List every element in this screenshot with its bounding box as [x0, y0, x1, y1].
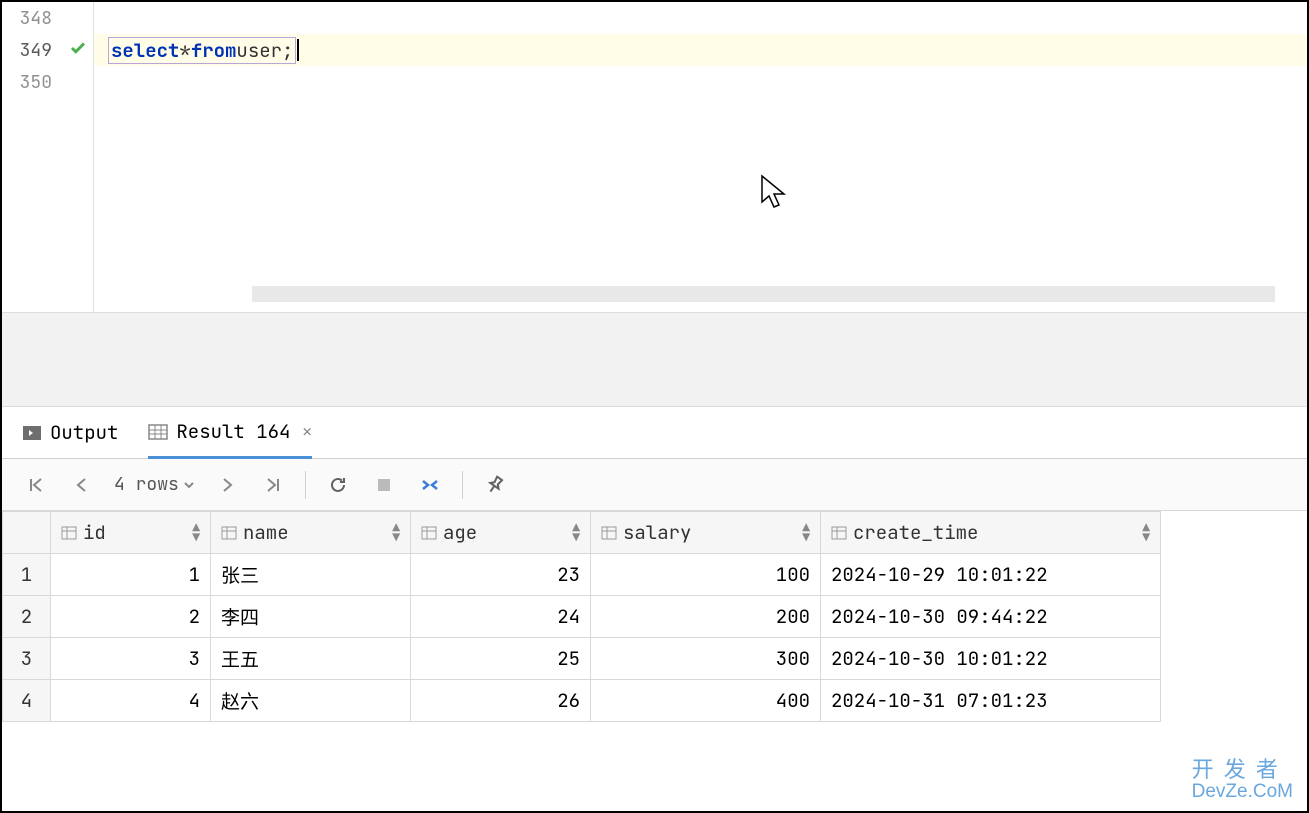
result-toolbar: 4 rows	[2, 459, 1307, 511]
cell-salary[interactable]: 300	[591, 638, 821, 680]
row-count-dropdown[interactable]: 4 rows	[114, 473, 195, 496]
cell-name[interactable]: 张三	[211, 554, 411, 596]
sort-icon: ▲▼	[392, 523, 400, 541]
table-row[interactable]: 4 4 赵六 26 400 2024-10-31 07:01:23	[3, 680, 1161, 722]
sql-keyword: from	[191, 38, 237, 63]
column-header-salary[interactable]: salary▲▼	[591, 512, 821, 554]
column-header-age[interactable]: age▲▼	[411, 512, 591, 554]
column-icon	[421, 525, 437, 541]
chevron-down-icon	[183, 479, 195, 491]
table-row[interactable]: 1 1 张三 23 100 2024-10-29 10:01:22	[3, 554, 1161, 596]
column-icon	[61, 525, 77, 541]
cell-age[interactable]: 25	[411, 638, 591, 680]
stop-button[interactable]	[370, 471, 398, 499]
line-number: 349	[8, 39, 52, 62]
table-row[interactable]: 3 3 王五 25 300 2024-10-30 10:01:22	[3, 638, 1161, 680]
cell-id[interactable]: 2	[51, 596, 211, 638]
watermark: 开 发 者 DevZe.CoM	[1192, 758, 1293, 803]
compare-button[interactable]	[416, 471, 444, 499]
first-page-button[interactable]	[22, 471, 50, 499]
row-count-label: 4 rows	[114, 473, 179, 496]
separator	[462, 471, 463, 499]
column-header-create-time[interactable]: create_time▲▼	[821, 512, 1161, 554]
check-icon	[69, 37, 87, 63]
pin-button[interactable]	[481, 471, 509, 499]
cell-create-time[interactable]: 2024-10-29 10:01:22	[821, 554, 1161, 596]
column-icon	[601, 525, 617, 541]
tab-label: Output	[50, 420, 118, 445]
tab-result[interactable]: Result 164 ✕	[148, 408, 312, 459]
cell-salary[interactable]: 200	[591, 596, 821, 638]
tab-label: Result 164	[176, 419, 290, 444]
cell-create-time[interactable]: 2024-10-30 09:44:22	[821, 596, 1161, 638]
text-cursor	[297, 39, 299, 61]
row-number: 2	[3, 596, 51, 638]
sort-icon: ▲▼	[802, 523, 810, 541]
cell-age[interactable]: 26	[411, 680, 591, 722]
cell-name[interactable]: 李四	[211, 596, 411, 638]
chevron-right-icon	[22, 423, 42, 443]
prev-page-button[interactable]	[68, 471, 96, 499]
column-header-id[interactable]: id▲▼	[51, 512, 211, 554]
sort-icon: ▲▼	[572, 523, 580, 541]
column-header-name[interactable]: name▲▼	[211, 512, 411, 554]
column-icon	[221, 525, 237, 541]
cell-id[interactable]: 4	[51, 680, 211, 722]
line-number: 348	[8, 7, 52, 30]
next-page-button[interactable]	[213, 471, 241, 499]
table-row[interactable]: 2 2 李四 24 200 2024-10-30 09:44:22	[3, 596, 1161, 638]
result-tabs: Output Result 164 ✕	[2, 407, 1307, 459]
last-page-button[interactable]	[259, 471, 287, 499]
sql-text: user	[236, 38, 282, 63]
refresh-button[interactable]	[324, 471, 352, 499]
separator	[305, 471, 306, 499]
cell-salary[interactable]: 100	[591, 554, 821, 596]
cell-create-time[interactable]: 2024-10-30 10:01:22	[821, 638, 1161, 680]
code-line-active[interactable]: select * from user ;	[94, 34, 1307, 66]
table-corner	[3, 512, 51, 554]
row-number: 4	[3, 680, 51, 722]
sql-editor: 348 349 350 select * from user ;	[2, 2, 1307, 312]
sql-text: *	[179, 38, 190, 63]
sort-icon: ▲▼	[192, 523, 200, 541]
mouse-cursor-icon	[760, 174, 788, 215]
splitter-gap[interactable]	[2, 312, 1307, 407]
cell-create-time[interactable]: 2024-10-31 07:01:23	[821, 680, 1161, 722]
watermark-line2: DevZe.CoM	[1192, 782, 1293, 803]
cell-age[interactable]: 24	[411, 596, 591, 638]
table-icon	[148, 422, 168, 442]
watermark-line1: 开 发 者	[1192, 758, 1293, 782]
cell-age[interactable]: 23	[411, 554, 591, 596]
cell-name[interactable]: 赵六	[211, 680, 411, 722]
row-number: 3	[3, 638, 51, 680]
close-icon[interactable]: ✕	[302, 421, 312, 442]
sql-text: ;	[282, 38, 293, 63]
tab-output[interactable]: Output	[22, 407, 118, 458]
line-number: 350	[8, 71, 52, 94]
cell-name[interactable]: 王五	[211, 638, 411, 680]
horizontal-scrollbar[interactable]	[252, 286, 1275, 302]
cell-id[interactable]: 3	[51, 638, 211, 680]
cell-id[interactable]: 1	[51, 554, 211, 596]
code-area[interactable]: select * from user ;	[94, 2, 1307, 312]
cell-salary[interactable]: 400	[591, 680, 821, 722]
sort-icon: ▲▼	[1142, 523, 1150, 541]
result-table: id▲▼ name▲▼ age▲▼ salary▲▼ create_time▲▼…	[2, 511, 1161, 722]
line-gutter: 348 349 350	[2, 2, 94, 312]
column-icon	[831, 525, 847, 541]
row-number: 1	[3, 554, 51, 596]
sql-keyword: select	[111, 38, 179, 63]
